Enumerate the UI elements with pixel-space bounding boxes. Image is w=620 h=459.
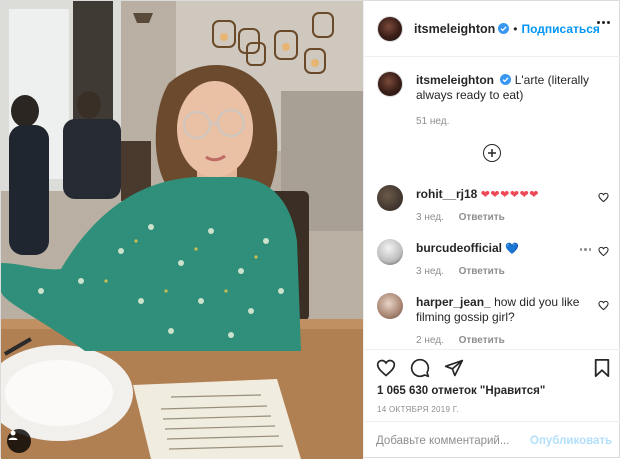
post-photo[interactable]	[1, 1, 363, 459]
comment-input[interactable]	[376, 434, 530, 447]
more-options-icon[interactable]	[597, 21, 610, 24]
comment-options-icon[interactable]	[579, 248, 591, 251]
action-icons	[376, 358, 464, 381]
comment-item: harper_jean_ how did you like filming go…	[377, 293, 613, 346]
heart-icon[interactable]	[598, 192, 609, 203]
add-comment-bar: Опубликовать	[364, 421, 620, 459]
caption-username[interactable]: itsmeleighton	[416, 73, 494, 87]
commenter-avatar[interactable]	[377, 185, 403, 211]
post-side-panel: itsmeleighton • Подписаться itsmeleighto…	[363, 1, 620, 459]
caption-text: itsmeleighton L'arte (literally always r…	[416, 73, 612, 103]
author-avatar[interactable]	[377, 15, 403, 42]
instagram-post-modal: itsmeleighton • Подписаться itsmeleighto…	[0, 0, 620, 459]
comment-meta: 2 нед. Ответить	[416, 335, 505, 346]
comment-body: ❤❤❤❤❤❤	[480, 189, 540, 201]
bookmark-icon[interactable]	[593, 358, 611, 381]
comment-body: 💙	[505, 243, 520, 255]
verified-badge-icon	[498, 23, 510, 34]
commenter-username[interactable]: rohit__rj18	[416, 187, 477, 201]
post-date[interactable]: 14 октября 2019 г.	[377, 405, 459, 414]
comment-item: burcudeofficial 💙 3 нед. Ответить	[377, 239, 613, 289]
photo-illustration	[1, 1, 363, 459]
heart-icon[interactable]	[376, 358, 396, 381]
comment-time[interactable]: 3 нед.	[416, 266, 444, 277]
reply-button[interactable]: Ответить	[459, 335, 505, 346]
comment-time[interactable]: 2 нед.	[416, 335, 444, 346]
comment-meta: 3 нед. Ответить	[416, 266, 505, 277]
separator-dot: •	[513, 21, 518, 36]
publish-button[interactable]: Опубликовать	[530, 435, 612, 447]
commenter-username[interactable]: burcudeofficial	[416, 241, 502, 255]
share-icon[interactable]	[444, 358, 464, 381]
reply-button[interactable]: Ответить	[459, 212, 505, 223]
plus-circle-icon[interactable]	[483, 144, 501, 162]
comment-time[interactable]: 3 нед.	[416, 212, 444, 223]
user-tag-icon[interactable]	[7, 429, 31, 453]
likes-count[interactable]: 1 065 630 отметок "Нравится"	[377, 385, 545, 397]
author-username[interactable]: itsmeleighton	[414, 22, 495, 36]
reply-button[interactable]: Ответить	[459, 266, 505, 277]
post-header: itsmeleighton • Подписаться	[364, 1, 620, 57]
commenter-username[interactable]: harper_jean_	[416, 295, 491, 309]
heart-icon[interactable]	[598, 246, 609, 257]
comment-text: harper_jean_ how did you like filming go…	[416, 295, 594, 325]
comment-meta: 3 нед. Ответить	[416, 212, 505, 223]
caption-time[interactable]: 51 нед.	[416, 116, 449, 127]
verified-badge-icon	[500, 74, 512, 85]
comment-icon[interactable]	[410, 358, 430, 381]
caption-author-avatar[interactable]	[377, 71, 403, 97]
follow-button[interactable]: Подписаться	[521, 22, 599, 36]
heart-icon[interactable]	[598, 300, 609, 311]
commenter-avatar[interactable]	[377, 293, 403, 319]
commenter-avatar[interactable]	[377, 239, 403, 265]
comment-text: burcudeofficial 💙	[416, 241, 594, 257]
post-actions: 1 065 630 отметок "Нравится" 14 октября …	[364, 349, 620, 421]
comments-section[interactable]: itsmeleighton L'arte (literally always r…	[364, 57, 620, 349]
comment-item: rohit__rj18 ❤❤❤❤❤❤ 3 нед. Ответить	[377, 185, 613, 235]
comment-text: rohit__rj18 ❤❤❤❤❤❤	[416, 187, 594, 203]
